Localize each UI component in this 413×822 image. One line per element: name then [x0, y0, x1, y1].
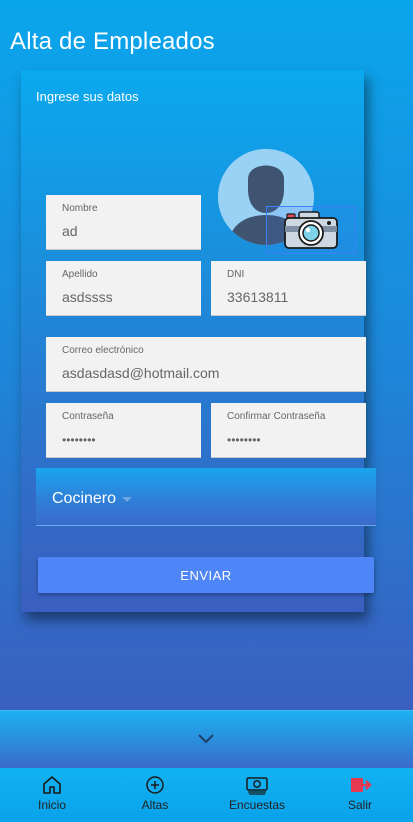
role-select[interactable]: Cocinero — [36, 468, 376, 526]
tab-altas[interactable]: Altas — [133, 768, 177, 822]
tab-label: Altas — [141, 798, 169, 812]
money-icon — [245, 774, 269, 796]
tab-inicio[interactable]: Inicio — [30, 768, 74, 822]
password-input[interactable]: •••••••• — [62, 433, 194, 447]
password-field[interactable]: Contraseña •••••••• — [46, 403, 201, 458]
bottom-tab-bar: Inicio Altas Encuestas Salir — [0, 768, 413, 822]
submit-button[interactable]: ENVIAR — [38, 557, 374, 593]
nombre-field[interactable]: Nombre ad — [46, 195, 201, 250]
correo-field[interactable]: Correo electrónico asdasdasd@hotmail.com — [46, 337, 366, 392]
page-title: Alta de Empleados — [10, 28, 215, 55]
apellido-input[interactable]: asdssss — [62, 289, 194, 305]
nombre-label: Nombre — [62, 203, 98, 214]
role-select-value: Cocinero — [52, 490, 117, 507]
form-subtitle: Ingrese sus datos — [36, 89, 139, 104]
tab-salir[interactable]: Salir — [342, 768, 378, 822]
home-icon — [41, 774, 63, 796]
employee-form-card: Ingrese sus datos Nombre ad Apellido asd… — [21, 70, 376, 612]
tab-encuestas[interactable]: Encuestas — [224, 768, 290, 822]
confirm-password-field[interactable]: Confirmar Contraseña •••••••• — [211, 403, 366, 458]
dni-field[interactable]: DNI 33613811 — [211, 261, 366, 316]
camera-button[interactable] — [266, 206, 356, 254]
confirm-password-input[interactable]: •••••••• — [227, 433, 359, 447]
confirm-password-label: Confirmar Contraseña — [227, 411, 326, 422]
correo-input[interactable]: asdasdasd@hotmail.com — [62, 365, 334, 381]
apellido-label: Apellido — [62, 269, 98, 280]
dni-label: DNI — [227, 269, 245, 280]
chevron-down-icon — [122, 497, 132, 502]
add-circle-icon — [144, 774, 166, 796]
apellido-field[interactable]: Apellido asdssss — [46, 261, 201, 316]
camera-icon — [284, 211, 338, 249]
bottom-panel — [0, 710, 413, 768]
correo-label: Correo electrónico — [62, 345, 144, 356]
logout-icon — [348, 774, 372, 796]
chevron-down-icon[interactable] — [198, 731, 214, 749]
password-label: Contraseña — [62, 411, 114, 422]
tab-label: Encuestas — [228, 798, 286, 812]
nombre-input[interactable]: ad — [62, 223, 194, 239]
tab-label: Inicio — [37, 798, 66, 812]
tab-label: Salir — [347, 798, 372, 812]
dni-input[interactable]: 33613811 — [227, 289, 359, 305]
